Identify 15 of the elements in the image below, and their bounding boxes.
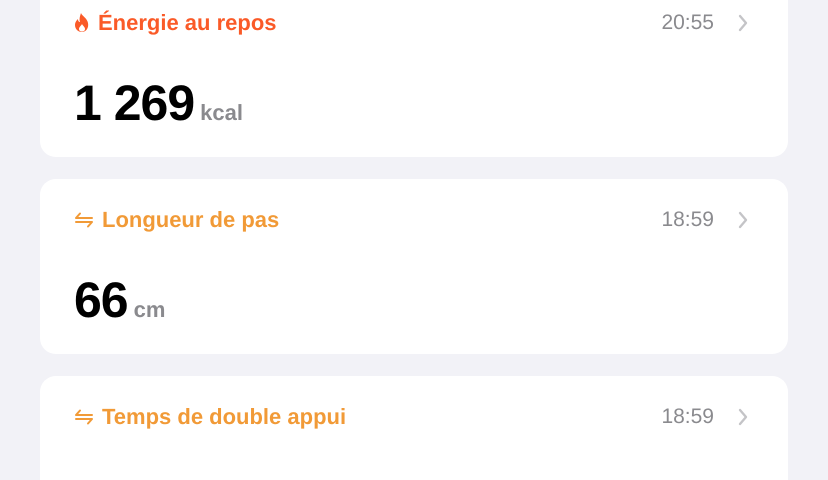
metric-value: 1 269: [74, 74, 194, 132]
time-label: 18:59: [661, 208, 714, 232]
chevron-icon: [738, 408, 748, 426]
metric-title: Longueur de pas: [102, 206, 280, 232]
unit-label: kcal: [200, 100, 243, 126]
metric-card[interactable]: Énergie au repos 20:55 1 269 kcal: [40, 0, 788, 157]
chevron-icon: [738, 14, 748, 32]
time-label: 18:59: [661, 404, 714, 428]
metric-title: Temps de double appui: [102, 404, 346, 430]
time-label: 20:55: [661, 10, 714, 34]
unit-label: cm: [134, 297, 166, 323]
metric-value: 66: [74, 271, 128, 329]
chevron-icon: [738, 210, 748, 228]
metric-title: Énergie au repos: [98, 10, 277, 36]
metric-card[interactable]: Longueur de pas 18:59 66 cm: [40, 179, 788, 354]
